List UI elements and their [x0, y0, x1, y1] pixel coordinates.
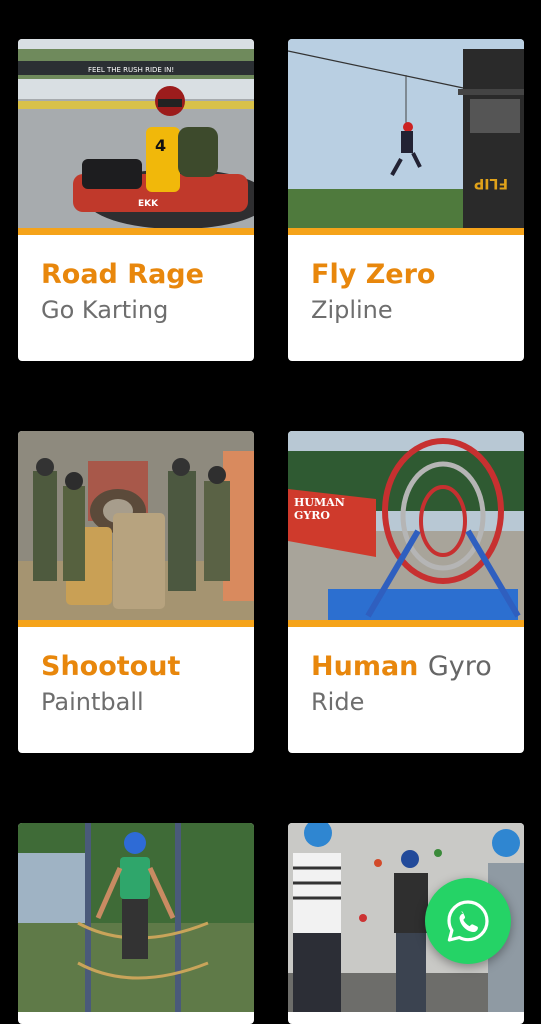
- paintball-photo: [18, 431, 254, 620]
- activity-card-fly-zero[interactable]: FLIP Fly Zero Zipline: [288, 39, 524, 361]
- track-banner-text: FEEL THE RUSH RIDE IN!: [88, 66, 174, 74]
- activity-card-road-rage[interactable]: FEEL THE RUSH RIDE IN! 4 EKK Road Rage G…: [18, 39, 254, 361]
- activity-card-human-gyro[interactable]: HUMAN GYRO Human Gyro Ride: [288, 431, 524, 753]
- card-title-bold: Human: [311, 651, 419, 682]
- kart-brand: EKK: [138, 199, 159, 209]
- whatsapp-icon: [447, 900, 489, 942]
- whatsapp-button[interactable]: [425, 878, 511, 964]
- gyro-sign-line2: GYRO: [294, 509, 330, 522]
- card-accent-bar: [288, 620, 524, 627]
- card-title: Road Rage: [41, 259, 204, 290]
- human-gyro-photo: HUMAN GYRO: [288, 431, 524, 620]
- card-title: Human Gyro: [311, 650, 516, 684]
- activity-card-shootout[interactable]: Shootout Paintball: [18, 431, 254, 753]
- card-title-rest: Gyro: [427, 651, 492, 682]
- activity-card-rope-course[interactable]: [18, 823, 254, 1024]
- go-kart-photo: FEEL THE RUSH RIDE IN! 4 EKK: [18, 39, 254, 228]
- card-accent-bar: [18, 228, 254, 235]
- rope-course-photo: [18, 823, 254, 1012]
- card-title: Shootout: [41, 651, 181, 682]
- card-subtitle: Paintball: [41, 688, 144, 716]
- zipline-photo: FLIP: [288, 39, 524, 228]
- card-subtitle: Ride: [311, 688, 365, 716]
- gyro-sign-line1: HUMAN: [294, 496, 345, 509]
- card-accent-bar: [288, 228, 524, 235]
- kart-number: 4: [155, 136, 166, 155]
- svg-text:FLIP: FLIP: [474, 175, 508, 191]
- card-title: Fly Zero: [311, 259, 436, 290]
- card-accent-bar: [18, 620, 254, 627]
- card-subtitle: Zipline: [311, 296, 393, 324]
- card-subtitle: Go Karting: [41, 296, 169, 324]
